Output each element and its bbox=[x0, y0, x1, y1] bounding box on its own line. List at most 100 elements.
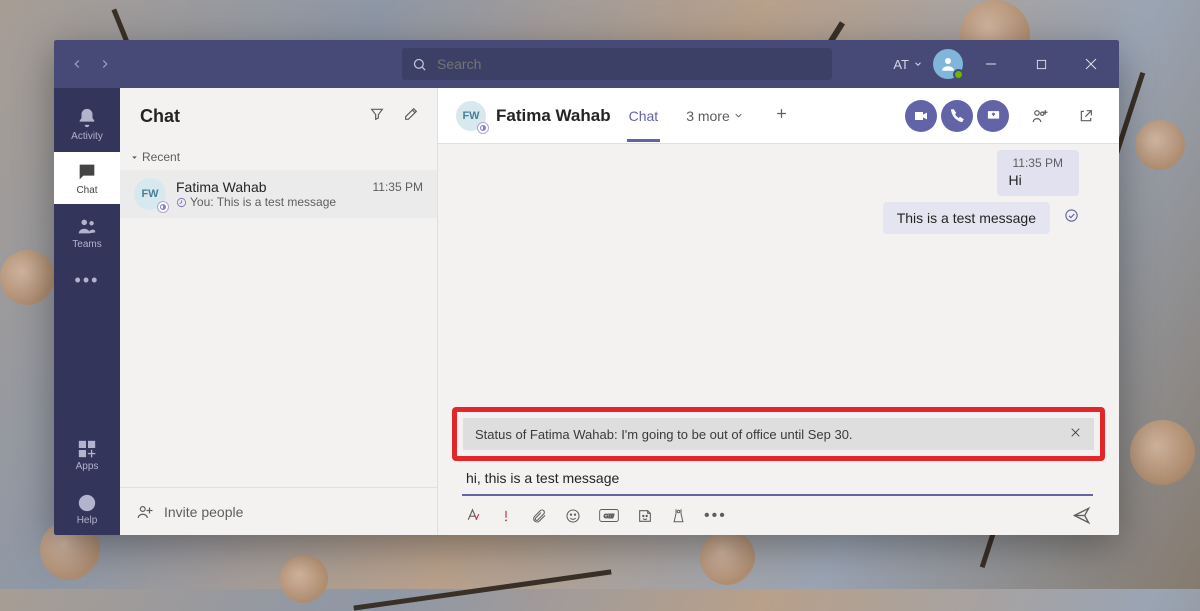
more-actions-button[interactable]: ••• bbox=[704, 507, 727, 525]
rail-apps-label: Apps bbox=[76, 461, 99, 472]
attach-icon bbox=[531, 508, 547, 524]
video-call-button[interactable] bbox=[905, 100, 937, 132]
window-minimize-button[interactable] bbox=[969, 41, 1013, 87]
tenant-label: AT bbox=[893, 57, 909, 72]
bell-icon bbox=[76, 107, 98, 129]
message-sent: 11:35 PM Hi bbox=[997, 150, 1079, 196]
tab-chat[interactable]: Chat bbox=[627, 90, 661, 142]
rail-activity-label: Activity bbox=[71, 131, 103, 142]
message-preview: You: This is a test message bbox=[190, 195, 336, 209]
status-banner: Status of Fatima Wahab: I'm going to be … bbox=[463, 418, 1094, 450]
window-maximize-button[interactable] bbox=[1019, 41, 1063, 87]
chevron-down-icon bbox=[733, 110, 744, 121]
svg-text:GIF: GIF bbox=[604, 514, 615, 520]
compose-input[interactable]: hi, this is a test message bbox=[462, 464, 1093, 496]
praise-icon bbox=[671, 508, 686, 523]
rail-apps[interactable]: Apps bbox=[54, 429, 120, 481]
video-icon bbox=[913, 108, 929, 124]
rail-activity[interactable]: Activity bbox=[54, 98, 120, 150]
compose-text: hi, this is a test message bbox=[466, 470, 619, 486]
gif-icon: GIF bbox=[599, 508, 619, 523]
presence-out-of-office-icon bbox=[157, 201, 169, 213]
chat-header-initials: FW bbox=[462, 110, 479, 122]
rail-help-label: Help bbox=[77, 515, 98, 526]
rail-teams[interactable]: Teams bbox=[54, 206, 120, 258]
profile-avatar[interactable] bbox=[933, 49, 963, 79]
send-button[interactable] bbox=[1072, 506, 1091, 525]
presence-out-of-office-icon bbox=[477, 122, 489, 134]
rail-chat-label: Chat bbox=[76, 185, 97, 196]
chat-main-pane: FW Fatima Wahab Chat 3 more bbox=[438, 88, 1119, 535]
message-time: 11:35 PM bbox=[1009, 156, 1067, 172]
section-recent[interactable]: Recent bbox=[120, 144, 437, 170]
giphy-button[interactable]: GIF bbox=[599, 508, 619, 523]
search-icon bbox=[412, 57, 427, 72]
presence-available-icon bbox=[953, 69, 964, 80]
invite-people-label: Invite people bbox=[164, 504, 243, 520]
titlebar: AT bbox=[54, 40, 1119, 88]
invite-people-button[interactable]: Invite people bbox=[120, 487, 437, 535]
search-box[interactable] bbox=[402, 48, 832, 80]
phone-icon bbox=[950, 108, 965, 123]
contact-name: Fatima Wahab bbox=[176, 179, 363, 195]
tenant-switcher[interactable]: AT bbox=[889, 57, 927, 72]
chevron-down-icon bbox=[913, 59, 923, 69]
add-tab-button[interactable] bbox=[774, 106, 789, 126]
section-recent-label: Recent bbox=[142, 150, 180, 164]
nav-back-button[interactable] bbox=[64, 51, 90, 77]
app-rail: Activity Chat Teams ••• Apps Help bbox=[54, 88, 120, 535]
message-text: This is a test message bbox=[897, 210, 1036, 226]
audio-call-button[interactable] bbox=[941, 100, 973, 132]
rail-help[interactable]: Help bbox=[54, 483, 120, 535]
format-button[interactable] bbox=[464, 507, 481, 524]
emoji-button[interactable] bbox=[565, 508, 581, 524]
priority-icon bbox=[499, 509, 513, 523]
message-sent: This is a test message bbox=[883, 202, 1050, 234]
more-icon: ••• bbox=[704, 507, 727, 525]
chat-header-name: Fatima Wahab bbox=[496, 106, 611, 126]
status-banner-highlight: Status of Fatima Wahab: I'm going to be … bbox=[452, 407, 1105, 461]
send-icon bbox=[1072, 506, 1091, 525]
filter-button[interactable] bbox=[369, 106, 385, 127]
presence-ooo-small-icon bbox=[176, 197, 187, 208]
emoji-icon bbox=[565, 508, 581, 524]
filter-icon bbox=[369, 106, 385, 122]
rail-more[interactable]: ••• bbox=[54, 260, 120, 300]
contact-initials: FW bbox=[141, 188, 158, 200]
apps-icon bbox=[77, 439, 97, 459]
chat-list-item[interactable]: FW Fatima Wahab You: This is a test mess… bbox=[120, 170, 437, 218]
message-text: Hi bbox=[1009, 172, 1067, 188]
screen-share-icon bbox=[986, 108, 1001, 123]
compose-toolbar: GIF ••• bbox=[462, 496, 1093, 525]
format-icon bbox=[464, 507, 481, 524]
chat-header-avatar: FW bbox=[456, 101, 486, 131]
attach-button[interactable] bbox=[531, 508, 547, 524]
contact-avatar: FW bbox=[134, 178, 166, 210]
chat-list-title: Chat bbox=[140, 106, 180, 127]
popout-chat-button[interactable] bbox=[1071, 101, 1101, 131]
new-chat-button[interactable] bbox=[403, 106, 419, 127]
rail-teams-label: Teams bbox=[72, 239, 101, 250]
screen-share-button[interactable] bbox=[977, 100, 1009, 132]
tabs-more-label: 3 more bbox=[686, 108, 730, 124]
praise-button[interactable] bbox=[671, 508, 686, 523]
sticker-button[interactable] bbox=[637, 508, 653, 524]
teams-app-window: AT Activity bbox=[54, 40, 1119, 535]
window-close-button[interactable] bbox=[1069, 41, 1113, 87]
add-people-button[interactable] bbox=[1025, 101, 1055, 131]
chat-list-pane: Chat Recent FW bbox=[120, 88, 438, 535]
rail-chat[interactable]: Chat bbox=[54, 152, 120, 204]
message-time: 11:35 PM bbox=[373, 180, 423, 194]
chat-icon bbox=[76, 161, 98, 183]
help-icon bbox=[77, 493, 97, 513]
more-icon: ••• bbox=[75, 270, 100, 291]
nav-forward-button[interactable] bbox=[92, 51, 118, 77]
message-area: 11:35 PM Hi This is a test message bbox=[438, 144, 1119, 535]
tabs-more[interactable]: 3 more bbox=[686, 108, 744, 124]
status-banner-close-button[interactable] bbox=[1069, 426, 1082, 442]
search-input[interactable] bbox=[435, 55, 822, 73]
read-receipt-icon bbox=[1064, 208, 1079, 228]
compose-icon bbox=[403, 106, 419, 122]
caret-down-icon bbox=[130, 153, 139, 162]
priority-button[interactable] bbox=[499, 509, 513, 523]
